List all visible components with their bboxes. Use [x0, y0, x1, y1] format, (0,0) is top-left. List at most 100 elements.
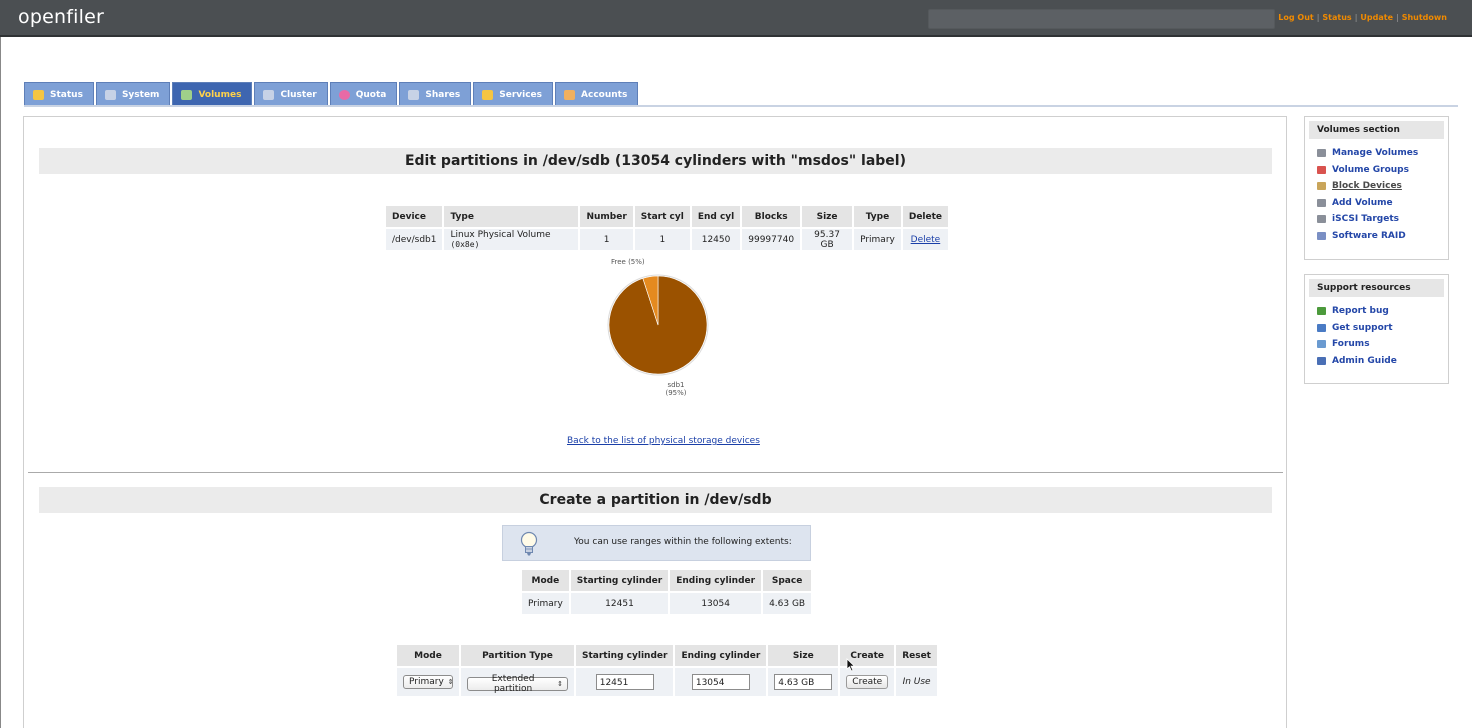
update-link[interactable]: Update — [1360, 13, 1393, 22]
tab-services[interactable]: Services — [473, 82, 554, 106]
col-header: Device — [386, 206, 443, 227]
size-cell: 4.63 GB — [768, 668, 839, 696]
tab-label: Quota — [355, 89, 387, 100]
create-button[interactable]: Create — [846, 675, 889, 689]
edit-partitions-title: Edit partitions in /dev/sdb (13054 cylin… — [39, 148, 1272, 174]
partitions-table: Device Type Number Start cyl End cyl Blo… — [384, 204, 950, 252]
sidebar-item-admin-guide[interactable]: Admin Guide — [1305, 353, 1448, 370]
sidebar-item-forums[interactable]: Forums — [1305, 336, 1448, 353]
extents-table: Mode Starting cylinder Ending cylinder S… — [520, 568, 813, 616]
reset-cell: In Use — [896, 668, 937, 696]
partition-pie-chart — [607, 274, 709, 376]
support-resources-box: Support resources Report bug Get support… — [1304, 274, 1449, 384]
search-input[interactable] — [928, 9, 1275, 29]
tab-accounts[interactable]: Accounts — [555, 82, 639, 106]
col-header: Type — [854, 206, 901, 227]
mode-cell: Primary ⇕ — [397, 668, 459, 696]
col-header: Mode — [397, 645, 459, 666]
get-support-icon — [1317, 323, 1326, 332]
sidebar-item-add-volume[interactable]: Add Volume — [1305, 195, 1448, 212]
partition-type-cell: Extended partition ⇕ — [461, 668, 574, 696]
col-header: Starting cylinder — [570, 570, 669, 591]
quota-icon — [338, 89, 350, 100]
table-header-row: Device Type Number Start cyl End cyl Blo… — [386, 206, 949, 227]
logout-link[interactable]: Log Out — [1278, 13, 1313, 22]
size-input[interactable]: 4.63 GB — [774, 674, 833, 690]
create-partition-title: Create a partition in /dev/sdb — [39, 487, 1272, 513]
delete-link[interactable]: Delete — [911, 235, 941, 245]
extents-hint: You can use ranges within the following … — [502, 525, 811, 561]
end-cyl-cell: 12450 — [691, 229, 741, 250]
sidebar-item-report-bug[interactable]: Report bug — [1305, 303, 1448, 320]
type-code: (0x8e) — [450, 239, 480, 249]
col-header: Mode — [522, 570, 569, 591]
software-raid-icon — [1317, 231, 1326, 240]
mode-select[interactable]: Primary ⇕ — [403, 675, 454, 689]
back-to-devices-link[interactable]: Back to the list of physical storage dev… — [567, 436, 760, 446]
device-cell: /dev/sdb1 — [386, 229, 443, 250]
col-header: Size — [802, 206, 853, 227]
sidebar-item-iscsi-targets[interactable]: iSCSI Targets — [1305, 211, 1448, 228]
table-row: Primary 12451 13054 4.63 GB — [522, 593, 812, 614]
table-header-row: Mode Partition Type Starting cylinder En… — [397, 645, 937, 666]
number-cell: 1 — [580, 229, 633, 250]
col-header: End cyl — [691, 206, 741, 227]
sidebar-item-label: Software RAID — [1332, 230, 1406, 241]
sidebar-item-block-devices[interactable]: Block Devices — [1305, 178, 1448, 195]
free-slice-label: Free (5%) — [611, 258, 645, 266]
tab-cluster[interactable]: Cluster — [254, 82, 328, 106]
sidebar-item-get-support[interactable]: Get support — [1305, 320, 1448, 337]
support-resources-title: Support resources — [1309, 279, 1444, 297]
volumes-section-title: Volumes section — [1309, 121, 1444, 139]
cluster-icon — [263, 89, 275, 100]
volumes-section-box: Volumes section Manage Volumes Volume Gr… — [1304, 116, 1449, 260]
table-row: /dev/sdb1 Linux Physical Volume (0x8e) 1… — [386, 229, 949, 250]
tab-system[interactable]: System — [95, 82, 171, 106]
col-header: Type — [444, 206, 579, 227]
slice-name: sdb1 — [667, 381, 685, 389]
col-header: Reset — [896, 645, 937, 666]
slice-percent: (95%) — [665, 389, 687, 397]
partition-type-select[interactable]: Extended partition ⇕ — [467, 673, 568, 694]
sidebar-item-software-raid[interactable]: Software RAID — [1305, 228, 1448, 245]
mouse-cursor-icon — [846, 658, 856, 672]
main-tabs: Status System Volumes Cluster Quota Shar… — [24, 82, 640, 106]
create-cell: Create — [840, 668, 895, 696]
col-header: Ending cylinder — [670, 570, 762, 591]
tab-quota[interactable]: Quota — [329, 82, 398, 106]
type-text: Linux Physical Volume — [450, 229, 551, 240]
ending-cylinder-input[interactable]: 13054 — [691, 674, 750, 690]
end-cell: 13054 — [670, 593, 762, 614]
tab-status[interactable]: Status — [24, 82, 94, 106]
create-partition-form: Mode Partition Type Starting cylinder En… — [395, 643, 939, 698]
tab-label: Shares — [425, 89, 461, 100]
tab-label: Services — [499, 89, 543, 100]
start-cyl-cell: 1 — [634, 229, 690, 250]
sidebar-item-manage-volumes[interactable]: Manage Volumes — [1305, 145, 1448, 162]
start-cell: 12451 — [570, 593, 669, 614]
sidebar-item-volume-groups[interactable]: Volume Groups — [1305, 162, 1448, 179]
table-row: Primary ⇕ Extended partition ⇕ 12451 13054… — [397, 668, 937, 696]
mode-cell: Primary — [522, 593, 569, 614]
size-cell: 95.37 GB — [802, 229, 853, 250]
status-link[interactable]: Status — [1322, 13, 1351, 22]
type-cell: Linux Physical Volume (0x8e) — [444, 229, 579, 250]
shutdown-link[interactable]: Shutdown — [1402, 13, 1447, 22]
starting-cylinder-input[interactable]: 12451 — [595, 674, 654, 690]
select-arrows-icon: ⇕ — [447, 678, 454, 686]
blocks-cell: 99997740 — [742, 229, 801, 250]
forums-icon — [1317, 340, 1326, 349]
space-cell: 4.63 GB — [763, 593, 812, 614]
sidebar-item-label: Manage Volumes — [1332, 148, 1419, 159]
end-cell: 13054 — [675, 668, 767, 696]
shares-icon — [408, 89, 420, 100]
tab-volumes[interactable]: Volumes — [172, 82, 253, 106]
tab-shares[interactable]: Shares — [399, 82, 472, 106]
sidebar-item-label: Report bug — [1332, 306, 1389, 317]
openfiler-logo: openfiler — [18, 6, 104, 28]
partition-type-cell: Primary — [854, 229, 901, 250]
partition-type-value: Extended partition — [491, 673, 535, 694]
volume-groups-icon — [1317, 165, 1326, 174]
system-icon — [104, 89, 116, 100]
hint-text: You can use ranges within the following … — [574, 537, 792, 547]
